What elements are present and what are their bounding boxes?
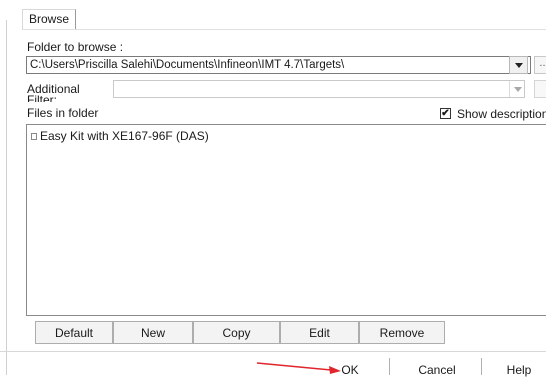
new-button[interactable]: New xyxy=(113,321,193,344)
copy-button[interactable]: Copy xyxy=(193,321,280,344)
folder-dropdown-button[interactable] xyxy=(509,56,528,74)
cancel-button[interactable]: Cancel xyxy=(405,358,469,378)
additional-filter-combobox[interactable] xyxy=(113,80,525,98)
additional-filter-label-line2: Filter: xyxy=(27,94,57,102)
ok-button[interactable]: OK xyxy=(330,358,370,378)
folder-to-browse-label: Folder to browse : xyxy=(27,40,124,54)
show-descriptions-checkbox[interactable]: ✔ xyxy=(440,108,451,119)
folder-path-combobox[interactable]: C:\Users\Priscilla Salehi\Documents\Infi… xyxy=(26,56,531,74)
list-item[interactable]: Easy Kit with XE167-96F (DAS) xyxy=(31,129,209,143)
show-descriptions-label[interactable]: Show descriptions xyxy=(457,107,546,121)
edit-button[interactable]: Edit xyxy=(280,321,359,344)
chevron-down-icon xyxy=(515,63,523,68)
browse-folder-button[interactable]: ... xyxy=(534,56,546,74)
footer-separator xyxy=(389,358,390,375)
filter-dropdown-button[interactable] xyxy=(509,81,527,97)
default-button[interactable]: Default xyxy=(35,321,113,344)
list-item-label: Easy Kit with XE167-96F (DAS) xyxy=(40,129,209,143)
tab-panel-border xyxy=(22,29,546,30)
footer-divider xyxy=(0,351,546,352)
footer-separator xyxy=(481,358,482,375)
file-icon xyxy=(31,133,37,140)
remove-button[interactable]: Remove xyxy=(359,321,445,344)
tab-browse[interactable]: Browse xyxy=(22,9,77,29)
help-button[interactable]: Help xyxy=(496,358,542,378)
chevron-down-icon xyxy=(514,87,522,92)
left-window-edge xyxy=(0,0,12,375)
filter-browse-button[interactable] xyxy=(534,80,546,98)
files-in-folder-label: Files in folder xyxy=(27,106,99,120)
file-list[interactable]: Easy Kit with XE167-96F (DAS) xyxy=(26,124,546,316)
